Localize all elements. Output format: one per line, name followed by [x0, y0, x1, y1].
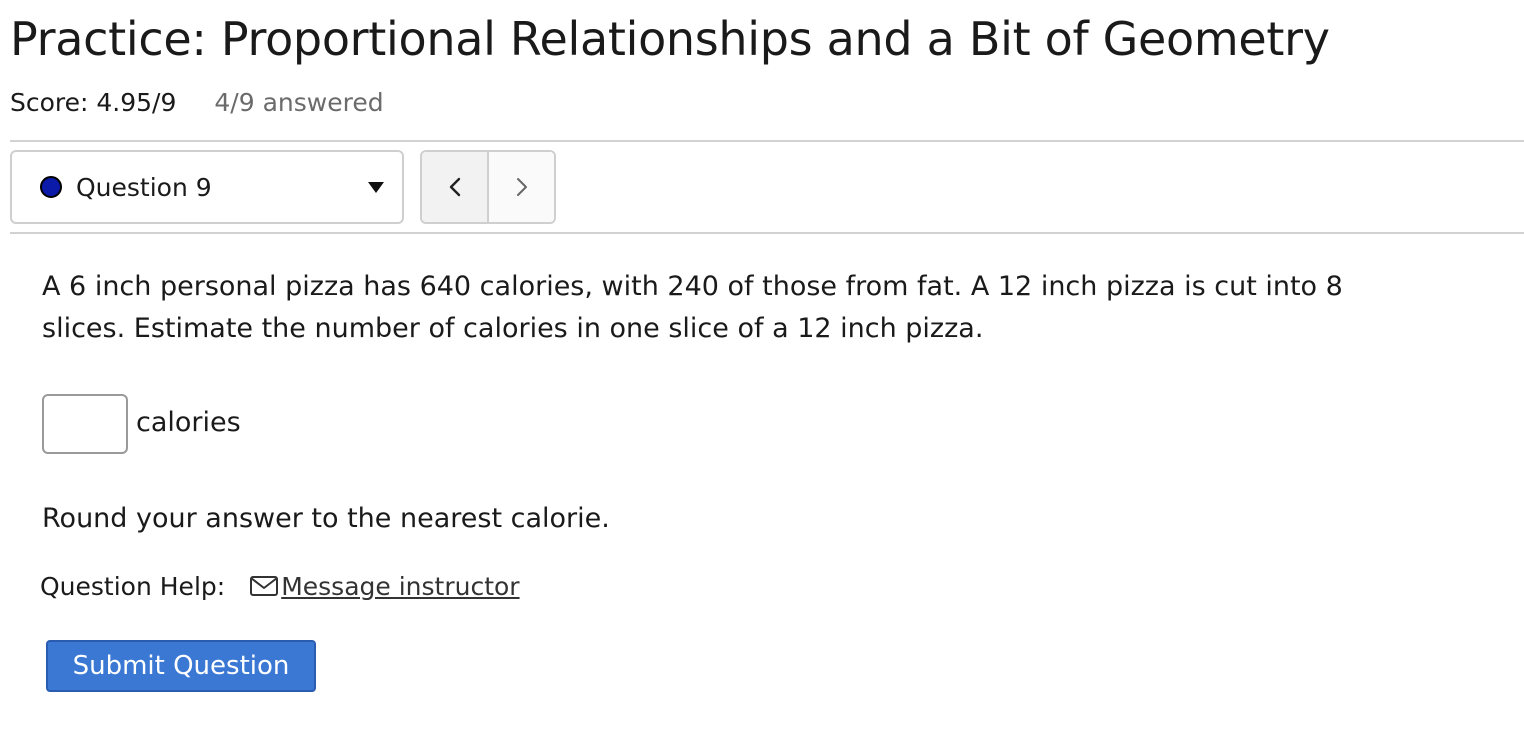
question-select-label: Question 9	[76, 172, 212, 202]
answer-unit: calories	[136, 406, 241, 438]
question-nav-buttons	[420, 150, 556, 224]
rounding-instruction: Round your answer to the nearest calorie…	[42, 503, 610, 534]
question-select[interactable]: Question 9	[10, 150, 404, 224]
score-text: Score: 4.95/9	[10, 87, 177, 117]
score-row: Score: 4.95/9 4/9 answered	[10, 84, 384, 120]
next-question-button[interactable]	[489, 152, 554, 222]
header-divider	[10, 140, 1524, 142]
question-help-label: Question Help:	[40, 571, 226, 601]
message-instructor-link[interactable]: Message instructor	[249, 571, 520, 601]
message-instructor-label: Message instructor	[281, 571, 520, 601]
question-help: Question Help: Message instructor	[40, 566, 520, 606]
chevron-left-icon	[449, 177, 460, 197]
submit-question-button[interactable]: Submit Question	[46, 640, 316, 692]
question-status-dot	[40, 176, 62, 198]
envelope-icon	[250, 576, 279, 596]
nav-divider	[10, 232, 1524, 234]
question-text: A 6 inch personal pizza has 640 calories…	[42, 271, 1343, 344]
chevron-right-icon	[516, 178, 527, 196]
previous-question-button[interactable]	[422, 152, 489, 222]
page-title: Practice: Proportional Relationships and…	[10, 12, 1330, 66]
answered-count: 4/9 answered	[214, 87, 384, 117]
answer-row: calories	[42, 394, 241, 454]
answer-input[interactable]	[42, 394, 128, 454]
caret-down-icon	[368, 182, 384, 193]
practice-page: Practice: Proportional Relationships and…	[0, 0, 1524, 742]
